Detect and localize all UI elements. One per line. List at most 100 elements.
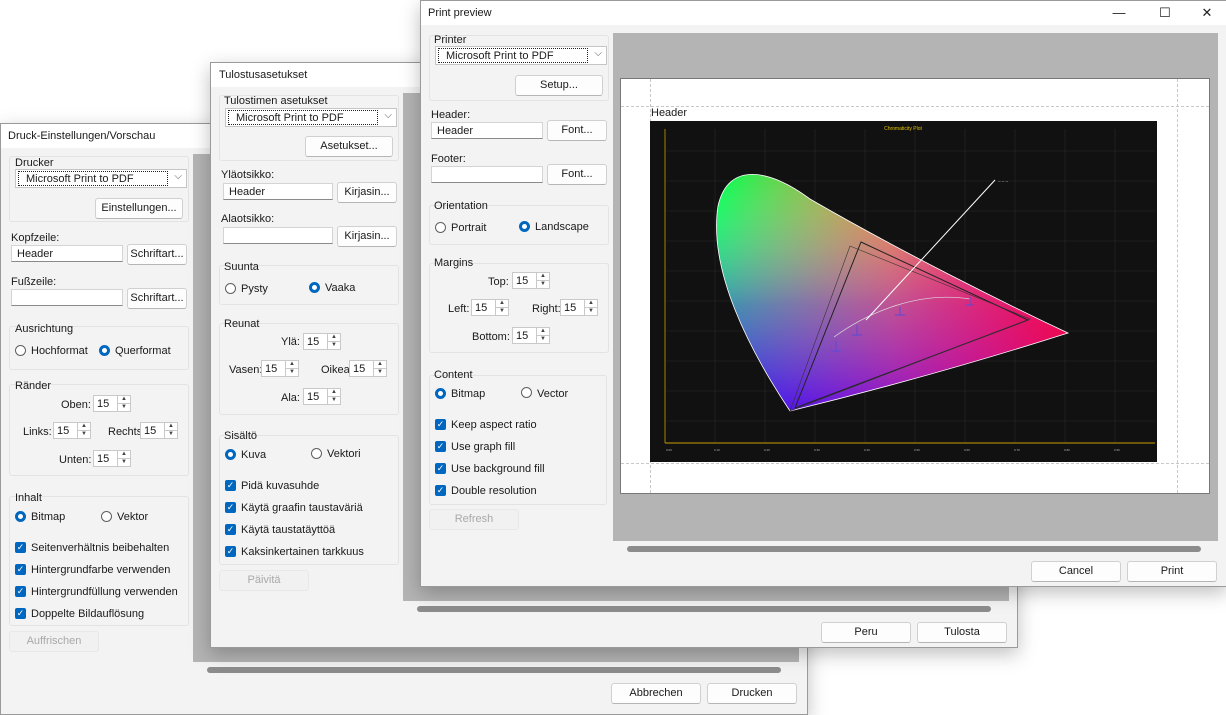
german-preview-scrollbar[interactable]	[207, 667, 781, 673]
english-right-spinner[interactable]: 15 ▲ ▼	[560, 299, 598, 316]
german-footer-field[interactable]	[11, 289, 123, 306]
english-print-dialog: Print preview — ☐ ✕ Printer Microsoft Pr…	[420, 0, 1226, 587]
english-titlebar[interactable]: Print preview — ☐ ✕	[421, 1, 1226, 25]
finnish-left-spinner[interactable]: 15 ▲ ▼	[261, 360, 299, 377]
english-vector-radio[interactable]	[521, 387, 532, 398]
page-margin-guide-top	[621, 106, 1209, 107]
english-top-label: Top:	[488, 276, 509, 288]
german-vector-label: Vektor	[117, 511, 149, 523]
english-check-bgfill[interactable]: ✓	[435, 463, 446, 474]
english-header-label: Header:	[431, 109, 471, 121]
finnish-preview-scrollbar[interactable]	[417, 606, 991, 612]
minimize-icon[interactable]: —	[1096, 1, 1142, 25]
german-vector-radio[interactable]	[101, 511, 112, 522]
german-left-spinner[interactable]: 15 ▲ ▼	[53, 422, 91, 439]
finnish-bitmap-radio[interactable]	[225, 449, 236, 460]
chart-title: Chromaticity Plot	[884, 126, 922, 132]
german-landscape-radio[interactable]	[99, 345, 110, 356]
finnish-check-aspect[interactable]: ✓	[225, 480, 236, 491]
german-bottom-label: Unten:	[59, 454, 92, 466]
german-check-bgfill-label: Hintergrundfüllung verwenden	[31, 586, 178, 598]
german-check-double[interactable]: ✓	[15, 608, 26, 619]
finnish-footer-field[interactable]	[223, 227, 333, 244]
german-header-font-button[interactable]: Schriftart...	[127, 244, 187, 265]
finnish-top-spinner[interactable]: 15 ▲ ▼	[303, 333, 341, 350]
german-window-title: Druck-Einstellungen/Vorschau	[8, 130, 156, 142]
german-check-bgcolor[interactable]: ✓	[15, 564, 26, 575]
english-refresh-button[interactable]: Refresh	[429, 509, 519, 530]
finnish-setup-button[interactable]: Asetukset...	[305, 136, 393, 157]
finnish-portrait-radio[interactable]	[225, 283, 236, 294]
english-bitmap-radio[interactable]	[435, 388, 446, 399]
english-cancel-button[interactable]: Cancel	[1031, 561, 1121, 582]
german-right-spinner[interactable]: 15 ▲ ▼	[140, 422, 178, 439]
finnish-refresh-button[interactable]: Päivitä	[219, 570, 309, 591]
english-bitmap-label: Bitmap	[451, 388, 486, 400]
finnish-header-field[interactable]: Header	[223, 183, 333, 200]
german-check-bgfill[interactable]: ✓	[15, 586, 26, 597]
english-setup-button[interactable]: Setup...	[515, 75, 603, 96]
finnish-printer-combo[interactable]: Microsoft Print to PDF ⌵	[225, 108, 397, 127]
german-printer-combo[interactable]: Microsoft Print to PDF ⌵	[15, 169, 187, 188]
finnish-right-spinner[interactable]: 15 ▲ ▼	[349, 360, 387, 377]
english-bottom-spinner[interactable]: 15 ▲ ▼	[512, 327, 550, 344]
english-check-graphfill[interactable]: ✓	[435, 441, 446, 452]
finnish-landscape-radio[interactable]	[309, 282, 320, 293]
finnish-check-bgfill[interactable]: ✓	[225, 524, 236, 535]
english-left-label: Left:	[448, 303, 470, 315]
english-check-bgfill-label: Use background fill	[451, 463, 545, 475]
finnish-check-aspect-label: Pidä kuvasuhde	[241, 480, 320, 492]
english-preview-area: Header -- -- -- Chromaticity Plot 0.00 0…	[613, 33, 1218, 541]
finnish-footer-font-button[interactable]: Kirjasin...	[337, 226, 397, 247]
english-check-double[interactable]: ✓	[435, 485, 446, 496]
finnish-bottom-label: Ala:	[281, 392, 300, 404]
english-content-label: Content	[434, 369, 473, 381]
svg-text:0.60: 0.60	[964, 448, 970, 452]
german-cancel-button[interactable]: Abbrechen	[611, 683, 701, 704]
finnish-margins-label: Reunat	[224, 318, 260, 330]
finnish-print-button[interactable]: Tulosta	[917, 622, 1007, 643]
english-footer-field[interactable]	[431, 166, 543, 183]
english-landscape-radio[interactable]	[519, 221, 530, 232]
english-left-spinner[interactable]: 15 ▲ ▼	[471, 299, 509, 316]
english-top-spinner[interactable]: 15 ▲ ▼	[512, 272, 550, 289]
finnish-header-font-button[interactable]: Kirjasin...	[337, 182, 397, 203]
german-printer-label: Drucker	[15, 157, 54, 169]
chevron-down-icon: ⌵	[384, 110, 392, 121]
svg-text:0.20: 0.20	[764, 448, 770, 452]
german-header-label: Kopfzeile:	[11, 232, 60, 244]
german-header-field[interactable]: Header	[11, 245, 123, 262]
german-bottom-spinner[interactable]: 15 ▲ ▼	[93, 450, 131, 467]
german-bitmap-label: Bitmap	[31, 511, 66, 523]
finnish-bottom-spinner[interactable]: 15 ▲ ▼	[303, 388, 341, 405]
close-icon[interactable]: ✕	[1184, 1, 1226, 25]
english-print-button[interactable]: Print	[1127, 561, 1217, 582]
finnish-vector-radio[interactable]	[311, 448, 322, 459]
german-setup-button[interactable]: Einstellungen...	[95, 198, 183, 219]
finnish-window-title: Tulostusasetukset	[219, 69, 308, 81]
english-footer-font-button[interactable]: Font...	[547, 164, 607, 185]
english-preview-scrollbar[interactable]	[627, 546, 1201, 552]
english-portrait-radio[interactable]	[435, 222, 446, 233]
english-portrait-label: Portrait	[451, 222, 487, 234]
german-refresh-button[interactable]: Auffrischen	[9, 631, 99, 652]
maximize-icon[interactable]: ☐	[1142, 1, 1188, 25]
english-header-font-button[interactable]: Font...	[547, 120, 607, 141]
german-print-button[interactable]: Drucken	[707, 683, 797, 704]
finnish-check-bgcolor[interactable]: ✓	[225, 502, 236, 513]
german-check-aspect[interactable]: ✓	[15, 542, 26, 553]
english-header-field[interactable]: Header	[431, 122, 543, 139]
english-printer-combo[interactable]: Microsoft Print to PDF ⌵	[435, 46, 607, 65]
finnish-check-double[interactable]: ✓	[225, 546, 236, 557]
english-check-aspect[interactable]: ✓	[435, 419, 446, 430]
finnish-cancel-button[interactable]: Peru	[821, 622, 911, 643]
preview-page: Header -- -- -- Chromaticity Plot 0.00 0…	[620, 78, 1210, 494]
finnish-vector-label: Vektori	[327, 448, 361, 460]
german-top-spinner[interactable]: 15 ▲ ▼	[93, 395, 131, 412]
german-footer-font-button[interactable]: Schriftart...	[127, 288, 187, 309]
german-bitmap-radio[interactable]	[15, 511, 26, 522]
svg-text:0.40: 0.40	[864, 448, 870, 452]
german-portrait-radio[interactable]	[15, 345, 26, 356]
chromaticity-chart: -- -- -- Chromaticity Plot 0.00 0.10 0.20 …	[650, 121, 1157, 462]
english-check-graphfill-label: Use graph fill	[451, 441, 516, 453]
